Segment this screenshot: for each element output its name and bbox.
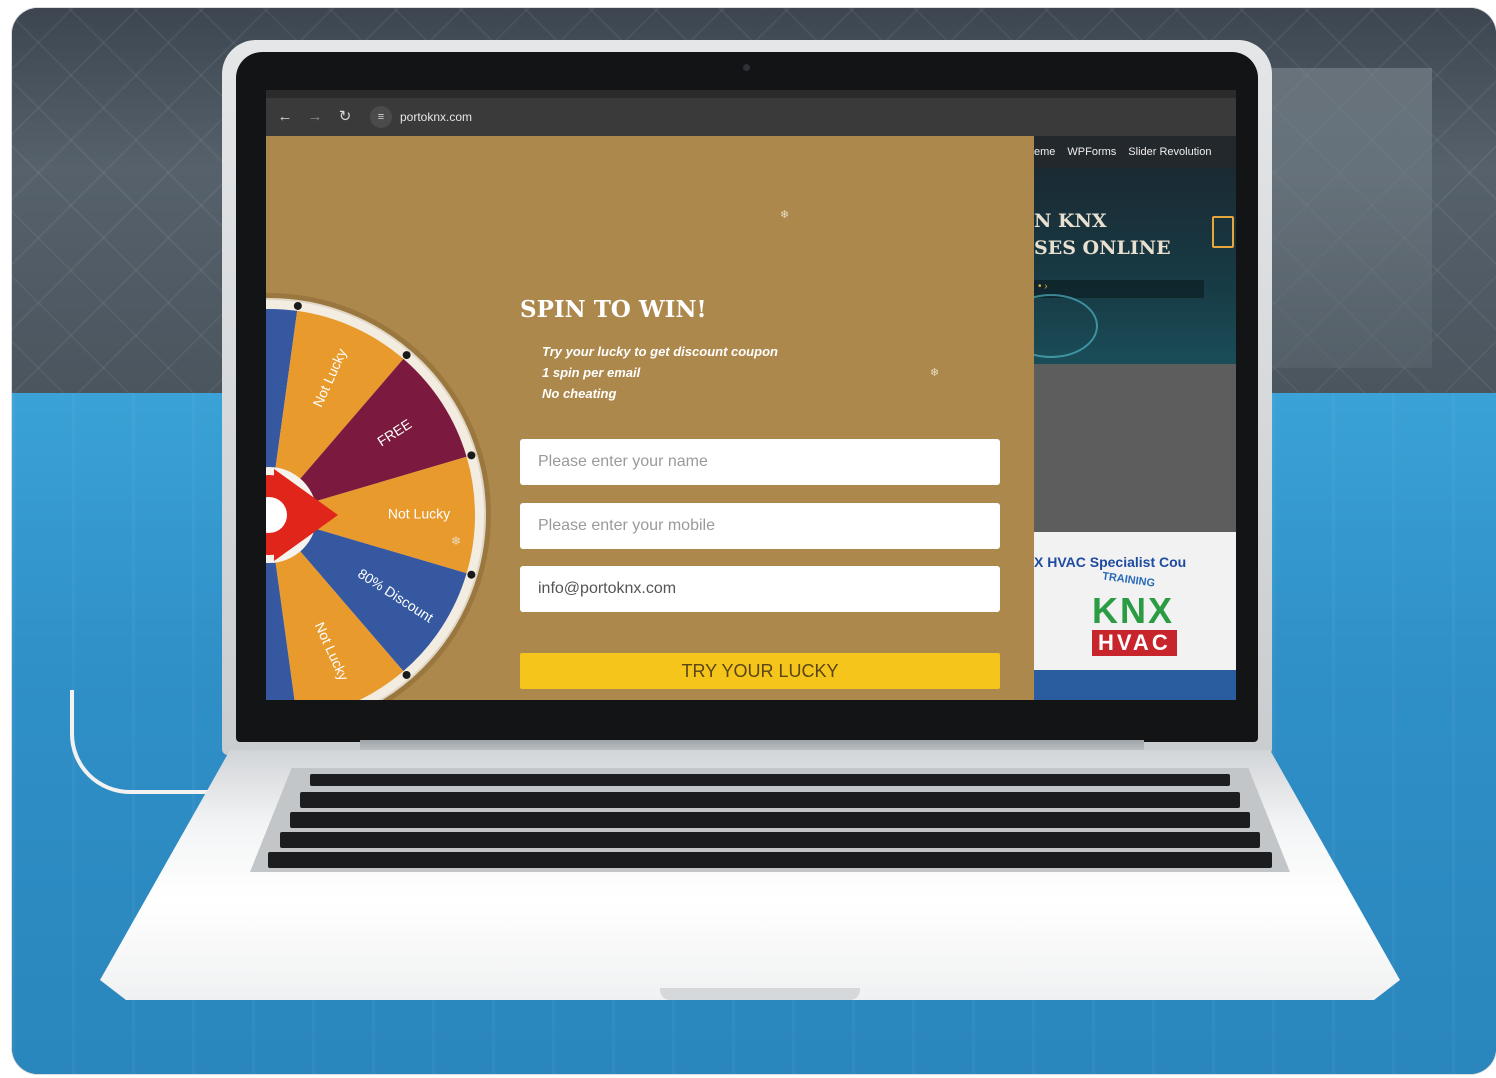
admin-bar-item[interactable]: eme <box>1034 146 1055 158</box>
rule-item: Try your lucky to get discount coupon <box>542 344 778 359</box>
hero-title: N KNX SES ONLINE <box>1034 208 1171 262</box>
address-bar[interactable]: portoknx.com <box>400 110 472 124</box>
rule-item: No cheating <box>542 386 617 401</box>
reload-icon[interactable]: ↻ <box>334 106 356 128</box>
prize-wheel-graphic: 85% DiscountNot LuckyFREENot Lucky80% Di… <box>266 293 491 700</box>
hvac-card-footer <box>1034 670 1236 700</box>
wheel-peg <box>402 351 411 360</box>
hvac-logo: HVAC <box>1092 630 1177 656</box>
background-website: eme WPForms Slider Revolution N KNX SES … <box>1034 136 1236 700</box>
camera-icon <box>743 64 750 71</box>
snowflake-icon: ❄ <box>930 367 940 379</box>
hero-title-line: SES ONLINE <box>1034 237 1171 259</box>
mobile-field[interactable] <box>520 503 1000 549</box>
popup-title: SPIN TO WIN! <box>520 296 707 323</box>
popup-rules: Try your lucky to get discount coupon 1 … <box>542 341 778 404</box>
hvac-training-text: TRAINING <box>1101 570 1156 590</box>
spin-to-win-popup: ❄ ❄ 85% DiscountNot LuckyFREENot Lucky80… <box>266 136 1034 700</box>
keyboard <box>250 768 1290 872</box>
name-field[interactable] <box>520 439 1000 485</box>
hero-banner: N KNX SES ONLINE • › <box>1034 168 1236 364</box>
placeholder-block <box>1034 364 1236 532</box>
document-icon <box>1212 216 1234 248</box>
hvac-course-card[interactable]: X HVAC Specialist Cou TRAINING KNX HVAC <box>1034 532 1236 700</box>
arrow-right-icon[interactable]: → <box>304 106 326 128</box>
hvac-course-title: X HVAC Specialist Cou <box>1034 554 1187 570</box>
admin-bar-item[interactable]: Slider Revolution <box>1128 146 1211 158</box>
rule-item: 1 spin per email <box>542 365 641 380</box>
browser-toolbar: ← → ↻ ≡ portoknx.com <box>266 98 1236 136</box>
browser-tabstrip <box>266 90 1236 98</box>
wheel-peg <box>293 301 302 310</box>
hero-graphic <box>1034 294 1098 358</box>
hero-title-line: N KNX <box>1034 210 1107 232</box>
wheel-peg <box>467 570 476 579</box>
wheel-segment-label: Not Lucky <box>388 506 450 522</box>
wp-admin-bar: eme WPForms Slider Revolution <box>1034 136 1236 168</box>
tune-icon[interactable]: ≡ <box>370 106 392 128</box>
laptop-base-lip <box>660 988 860 1000</box>
snowflake-icon: ❄ <box>780 209 790 221</box>
knx-logo: KNX <box>1092 590 1175 631</box>
wheel-peg <box>402 670 411 679</box>
arrow-left-icon[interactable]: ← <box>274 106 296 128</box>
prize-wheel[interactable]: 85% DiscountNot LuckyFREENot Lucky80% Di… <box>266 292 492 700</box>
laptop-screen: ← → ↻ ≡ portoknx.com eme WPForms Slider … <box>266 90 1236 700</box>
chevron-right-icon: • › <box>1038 281 1048 292</box>
admin-bar-item[interactable]: WPForms <box>1067 146 1116 158</box>
try-your-lucky-button[interactable]: TRY YOUR LUCKY <box>520 653 1000 689</box>
wheel-peg <box>467 451 476 460</box>
snowflake-icon: ❄ <box>451 534 461 548</box>
email-field[interactable] <box>520 566 1000 612</box>
